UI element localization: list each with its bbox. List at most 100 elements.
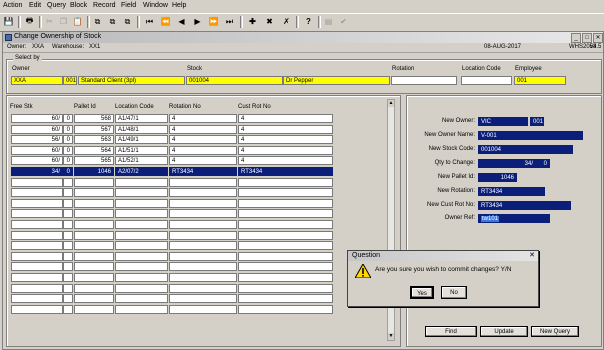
free-stk-cell[interactable] xyxy=(11,294,63,304)
cust-rot-no-cell[interactable] xyxy=(238,262,333,272)
rotation-no-cell[interactable]: 4 xyxy=(169,124,237,134)
free-stk-second-cell[interactable]: 0 xyxy=(63,156,73,166)
rotation-field[interactable] xyxy=(391,76,457,85)
pallet-id-cell[interactable]: 564 xyxy=(74,145,114,155)
cust-rot-no-cell[interactable] xyxy=(238,241,333,251)
location-code-cell[interactable]: A1/48/1 xyxy=(115,124,168,134)
update-button[interactable]: Update xyxy=(480,326,528,337)
cust-rot-no-cell[interactable] xyxy=(238,198,333,208)
location-code-cell[interactable] xyxy=(115,294,168,304)
qty-to-change-second-field[interactable]: 0 xyxy=(536,159,550,168)
cust-rot-no-cell[interactable] xyxy=(238,209,333,219)
free-stk-second-cell[interactable] xyxy=(63,241,73,251)
free-stk-second-cell[interactable] xyxy=(63,262,73,272)
clear-record-icon[interactable]: ✗ xyxy=(281,16,292,27)
rotation-no-cell[interactable]: 4 xyxy=(169,145,237,155)
paste-icon[interactable]: 📋 xyxy=(72,16,83,27)
menu-window[interactable]: Window xyxy=(143,2,168,9)
copy-icon[interactable]: ❐ xyxy=(58,16,69,27)
owner-ref-field[interactable]: tw101 xyxy=(478,214,550,223)
free-stk-second-cell[interactable] xyxy=(63,209,73,219)
location-code-cell[interactable] xyxy=(115,230,168,240)
new-owner-field[interactable]: VIC xyxy=(478,117,528,126)
menu-action[interactable]: Action xyxy=(3,2,22,9)
location-code-cell[interactable] xyxy=(115,198,168,208)
pallet-id-cell[interactable]: 568 xyxy=(74,114,114,123)
cust-rot-no-cell[interactable] xyxy=(238,273,333,282)
save-icon[interactable]: 💾 xyxy=(3,16,14,27)
print-icon[interactable]: 🖶 xyxy=(24,16,35,27)
rotation-no-cell[interactable] xyxy=(169,241,237,251)
close-icon[interactable]: ✕ xyxy=(593,33,603,43)
cust-rot-no-cell[interactable]: 4 xyxy=(238,124,333,134)
rotation-no-cell[interactable] xyxy=(169,177,237,187)
location-code-cell[interactable] xyxy=(115,209,168,219)
enter-query-icon[interactable]: ⧉ xyxy=(92,16,103,27)
free-stk-second-cell[interactable] xyxy=(63,251,73,261)
pallet-id-cell[interactable] xyxy=(74,294,114,304)
location-code-cell[interactable]: A1/49/1 xyxy=(115,135,168,145)
maximize-button[interactable]: □ xyxy=(582,33,592,43)
qty-to-change-field[interactable]: 34/ xyxy=(478,159,536,168)
new-cust-rot-no-field[interactable]: RT3434 xyxy=(478,201,571,210)
employee-field[interactable]: 001 xyxy=(514,76,566,85)
free-stk-second-cell[interactable] xyxy=(63,177,73,187)
list-of-values-icon[interactable]: ▤ xyxy=(323,16,334,27)
owner-number-field[interactable]: 001 xyxy=(63,76,77,85)
menu-record[interactable]: Record xyxy=(93,2,116,9)
free-stk-cell[interactable] xyxy=(11,177,63,187)
location-code-cell[interactable] xyxy=(115,220,168,229)
new-rotation-field[interactable]: RT3434 xyxy=(478,187,545,196)
cancel-query-icon[interactable]: ⧉ xyxy=(122,16,133,27)
location-code-cell[interactable] xyxy=(115,262,168,272)
pallet-id-cell[interactable] xyxy=(74,241,114,251)
free-stk-second-cell[interactable] xyxy=(63,220,73,229)
free-stk-cell[interactable]: 60/ xyxy=(11,114,63,123)
previous-record-icon[interactable]: ◀ xyxy=(176,16,187,27)
first-record-icon[interactable]: ⏮ xyxy=(144,16,155,27)
next-block-icon[interactable]: ⏩ xyxy=(208,16,219,27)
free-stk-second-cell[interactable] xyxy=(63,294,73,304)
free-stk-second-cell[interactable] xyxy=(63,188,73,198)
cust-rot-no-cell[interactable]: RT3434 xyxy=(238,167,333,176)
free-stk-second-cell[interactable]: 0 xyxy=(63,167,73,176)
cust-rot-no-cell[interactable]: 4 xyxy=(238,135,333,145)
insert-record-icon[interactable]: ✚ xyxy=(247,16,258,27)
rotation-no-cell[interactable] xyxy=(169,273,237,282)
stock-code-field[interactable]: 001004 xyxy=(186,76,283,85)
free-stk-second-cell[interactable] xyxy=(63,230,73,240)
pallet-id-cell[interactable]: 565 xyxy=(74,156,114,166)
new-query-button[interactable]: New Query xyxy=(531,326,579,337)
yes-button[interactable]: Yes xyxy=(410,286,434,299)
pallet-id-cell[interactable]: 567 xyxy=(74,124,114,134)
rotation-no-cell[interactable] xyxy=(169,198,237,208)
free-stk-cell[interactable]: 34/ xyxy=(11,167,63,176)
cust-rot-no-cell[interactable] xyxy=(238,294,333,304)
free-stk-cell[interactable] xyxy=(11,188,63,198)
free-stk-cell[interactable] xyxy=(11,251,63,261)
rotation-no-cell[interactable] xyxy=(169,209,237,219)
location-code-cell[interactable] xyxy=(115,283,168,293)
pallet-id-cell[interactable]: 563 xyxy=(74,135,114,145)
cust-rot-no-cell[interactable] xyxy=(238,220,333,229)
execute-query-icon[interactable]: ⧉ xyxy=(107,16,118,27)
delete-record-icon[interactable]: ✖ xyxy=(264,16,275,27)
scroll-up-icon[interactable]: ▲ xyxy=(388,100,394,107)
free-stk-cell[interactable] xyxy=(11,304,63,314)
pallet-id-cell[interactable] xyxy=(74,220,114,229)
rotation-no-cell[interactable] xyxy=(169,220,237,229)
free-stk-cell[interactable]: 60/ xyxy=(11,156,63,166)
owner-name-field[interactable]: Standard Client (3pl) xyxy=(78,76,185,85)
free-stk-cell[interactable] xyxy=(11,198,63,208)
free-stk-second-cell[interactable]: 0 xyxy=(63,145,73,155)
cut-icon[interactable]: ✂ xyxy=(44,16,55,27)
new-pallet-id-field[interactable]: 1046 xyxy=(478,173,517,182)
pallet-id-cell[interactable] xyxy=(74,198,114,208)
free-stk-second-cell[interactable] xyxy=(63,283,73,293)
dialog-close-icon[interactable]: ✕ xyxy=(528,252,536,260)
cust-rot-no-cell[interactable] xyxy=(238,251,333,261)
location-code-cell[interactable] xyxy=(115,304,168,314)
free-stk-cell[interactable]: 60/ xyxy=(11,124,63,134)
cust-rot-no-cell[interactable]: 4 xyxy=(238,145,333,155)
pallet-id-cell[interactable] xyxy=(74,283,114,293)
